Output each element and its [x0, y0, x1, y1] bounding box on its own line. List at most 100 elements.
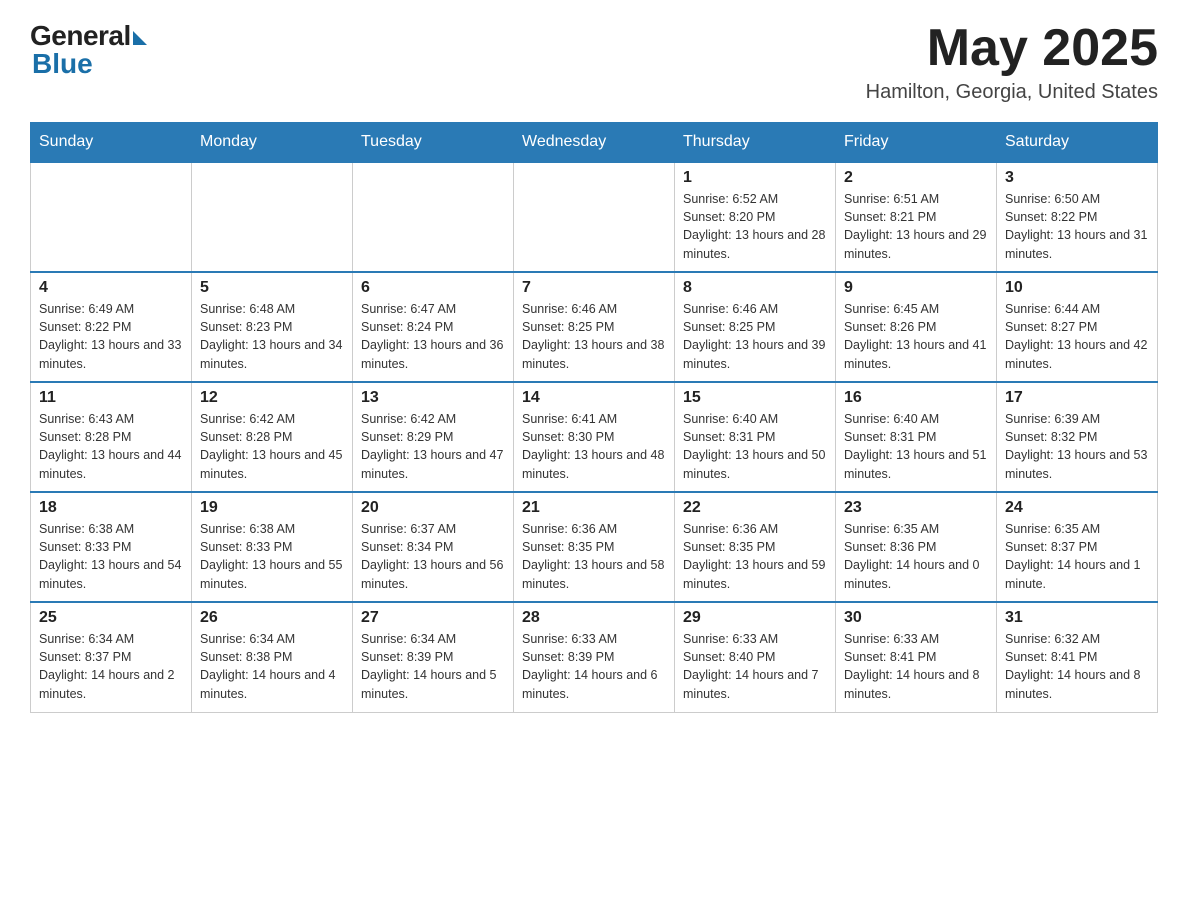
day-number: 20 — [361, 499, 505, 517]
calendar-cell: 1Sunrise: 6:52 AMSunset: 8:20 PMDaylight… — [675, 162, 836, 272]
month-title: May 2025 — [866, 20, 1158, 77]
logo: General Blue — [30, 20, 147, 80]
day-info: Sunrise: 6:40 AMSunset: 8:31 PMDaylight:… — [683, 410, 827, 483]
day-info: Sunrise: 6:47 AMSunset: 8:24 PMDaylight:… — [361, 300, 505, 373]
calendar-cell: 18 Sunrise: 6:38 AMSunset: 8:33 PMDayligh… — [31, 492, 192, 602]
calendar-cell: 20 Sunrise: 6:37 AMSunset: 8:34 PMDayligh… — [353, 492, 514, 602]
calendar-cell: 28 Sunrise: 6:33 AMSunset: 8:39 PMDayligh… — [514, 602, 675, 712]
calendar-cell: 11 Sunrise: 6:43 AMSunset: 8:28 PMDayligh… — [31, 382, 192, 492]
calendar-cell: 5 Sunrise: 6:48 AMSunset: 8:23 PMDaylight… — [192, 272, 353, 382]
day-number: 17 — [1005, 389, 1149, 407]
day-info: Sunrise: 6:50 AMSunset: 8:22 PMDaylight:… — [1005, 190, 1149, 263]
day-number: 29 — [683, 609, 827, 627]
day-info: Sunrise: 6:45 AMSunset: 8:26 PMDaylight:… — [844, 300, 988, 373]
title-section: May 2025 Hamilton, Georgia, United State… — [866, 20, 1158, 104]
calendar-cell: 25 Sunrise: 6:34 AMSunset: 8:37 PMDayligh… — [31, 602, 192, 712]
logo-blue-text: Blue — [32, 48, 93, 80]
location: Hamilton, Georgia, United States — [866, 81, 1158, 104]
calendar-cell: 19Sunrise: 6:38 AMSunset: 8:33 PMDayligh… — [192, 492, 353, 602]
calendar-week-row-4: 18 Sunrise: 6:38 AMSunset: 8:33 PMDayligh… — [31, 492, 1158, 602]
day-number: 15 — [683, 389, 827, 407]
calendar-cell: 30 Sunrise: 6:33 AMSunset: 8:41 PMDayligh… — [836, 602, 997, 712]
day-info: Sunrise: 6:34 AMSunset: 8:37 PMDaylight:… — [39, 630, 183, 703]
calendar-cell: 22Sunrise: 6:36 AMSunset: 8:35 PMDayligh… — [675, 492, 836, 602]
calendar-cell — [192, 162, 353, 272]
calendar-cell: 13 Sunrise: 6:42 AMSunset: 8:29 PMDayligh… — [353, 382, 514, 492]
day-info: Sunrise: 6:35 AMSunset: 8:36 PMDaylight:… — [844, 520, 988, 593]
calendar-cell: 10Sunrise: 6:44 AMSunset: 8:27 PMDayligh… — [997, 272, 1158, 382]
day-number: 10 — [1005, 279, 1149, 297]
day-info: Sunrise: 6:33 AMSunset: 8:41 PMDaylight:… — [844, 630, 988, 703]
day-number: 25 — [39, 609, 183, 627]
calendar-cell: 6 Sunrise: 6:47 AMSunset: 8:24 PMDaylight… — [353, 272, 514, 382]
day-number: 16 — [844, 389, 988, 407]
weekday-header-friday: Friday — [836, 123, 997, 163]
calendar-cell: 17 Sunrise: 6:39 AMSunset: 8:32 PMDayligh… — [997, 382, 1158, 492]
day-number: 23 — [844, 499, 988, 517]
day-number: 19 — [200, 499, 344, 517]
calendar-cell — [31, 162, 192, 272]
calendar-cell: 9Sunrise: 6:45 AMSunset: 8:26 PMDaylight… — [836, 272, 997, 382]
calendar-cell — [514, 162, 675, 272]
day-number: 28 — [522, 609, 666, 627]
calendar-cell: 4 Sunrise: 6:49 AMSunset: 8:22 PMDaylight… — [31, 272, 192, 382]
day-number: 24 — [1005, 499, 1149, 517]
day-info: Sunrise: 6:41 AMSunset: 8:30 PMDaylight:… — [522, 410, 666, 483]
calendar-cell: 15 Sunrise: 6:40 AMSunset: 8:31 PMDayligh… — [675, 382, 836, 492]
day-number: 27 — [361, 609, 505, 627]
calendar-cell — [353, 162, 514, 272]
weekday-header-row: SundayMondayTuesdayWednesdayThursdayFrid… — [31, 123, 1158, 163]
day-info: Sunrise: 6:33 AMSunset: 8:39 PMDaylight:… — [522, 630, 666, 703]
day-info: Sunrise: 6:38 AMSunset: 8:33 PMDaylight:… — [39, 520, 183, 593]
day-info: Sunrise: 6:48 AMSunset: 8:23 PMDaylight:… — [200, 300, 344, 373]
day-number: 31 — [1005, 609, 1149, 627]
calendar-week-row-1: 1Sunrise: 6:52 AMSunset: 8:20 PMDaylight… — [31, 162, 1158, 272]
calendar-table: SundayMondayTuesdayWednesdayThursdayFrid… — [30, 122, 1158, 713]
day-number: 30 — [844, 609, 988, 627]
day-number: 5 — [200, 279, 344, 297]
day-number: 22 — [683, 499, 827, 517]
day-info: Sunrise: 6:37 AMSunset: 8:34 PMDaylight:… — [361, 520, 505, 593]
calendar-cell: 16Sunrise: 6:40 AMSunset: 8:31 PMDayligh… — [836, 382, 997, 492]
day-number: 26 — [200, 609, 344, 627]
day-info: Sunrise: 6:49 AMSunset: 8:22 PMDaylight:… — [39, 300, 183, 373]
weekday-header-thursday: Thursday — [675, 123, 836, 163]
page-header: General Blue May 2025 Hamilton, Georgia,… — [30, 20, 1158, 104]
weekday-header-tuesday: Tuesday — [353, 123, 514, 163]
day-number: 1 — [683, 169, 827, 187]
day-number: 18 — [39, 499, 183, 517]
calendar-cell: 24 Sunrise: 6:35 AMSunset: 8:37 PMDayligh… — [997, 492, 1158, 602]
day-info: Sunrise: 6:42 AMSunset: 8:29 PMDaylight:… — [361, 410, 505, 483]
day-info: Sunrise: 6:35 AMSunset: 8:37 PMDaylight:… — [1005, 520, 1149, 593]
day-info: Sunrise: 6:46 AMSunset: 8:25 PMDaylight:… — [683, 300, 827, 373]
calendar-cell: 23 Sunrise: 6:35 AMSunset: 8:36 PMDayligh… — [836, 492, 997, 602]
day-info: Sunrise: 6:43 AMSunset: 8:28 PMDaylight:… — [39, 410, 183, 483]
weekday-header-saturday: Saturday — [997, 123, 1158, 163]
day-info: Sunrise: 6:36 AMSunset: 8:35 PMDaylight:… — [522, 520, 666, 593]
day-info: Sunrise: 6:51 AMSunset: 8:21 PMDaylight:… — [844, 190, 988, 263]
calendar-cell: 3Sunrise: 6:50 AMSunset: 8:22 PMDaylight… — [997, 162, 1158, 272]
calendar-cell: 27 Sunrise: 6:34 AMSunset: 8:39 PMDayligh… — [353, 602, 514, 712]
calendar-cell: 8Sunrise: 6:46 AMSunset: 8:25 PMDaylight… — [675, 272, 836, 382]
calendar-week-row-2: 4 Sunrise: 6:49 AMSunset: 8:22 PMDaylight… — [31, 272, 1158, 382]
day-number: 6 — [361, 279, 505, 297]
weekday-header-sunday: Sunday — [31, 123, 192, 163]
calendar-cell: 26Sunrise: 6:34 AMSunset: 8:38 PMDayligh… — [192, 602, 353, 712]
day-number: 11 — [39, 389, 183, 407]
calendar-week-row-5: 25 Sunrise: 6:34 AMSunset: 8:37 PMDayligh… — [31, 602, 1158, 712]
calendar-cell: 14 Sunrise: 6:41 AMSunset: 8:30 PMDayligh… — [514, 382, 675, 492]
day-info: Sunrise: 6:42 AMSunset: 8:28 PMDaylight:… — [200, 410, 344, 483]
calendar-cell: 31Sunrise: 6:32 AMSunset: 8:41 PMDayligh… — [997, 602, 1158, 712]
day-info: Sunrise: 6:33 AMSunset: 8:40 PMDaylight:… — [683, 630, 827, 703]
calendar-cell: 29 Sunrise: 6:33 AMSunset: 8:40 PMDayligh… — [675, 602, 836, 712]
day-number: 4 — [39, 279, 183, 297]
calendar-cell: 21Sunrise: 6:36 AMSunset: 8:35 PMDayligh… — [514, 492, 675, 602]
day-number: 14 — [522, 389, 666, 407]
day-number: 2 — [844, 169, 988, 187]
day-number: 12 — [200, 389, 344, 407]
day-info: Sunrise: 6:34 AMSunset: 8:39 PMDaylight:… — [361, 630, 505, 703]
day-number: 13 — [361, 389, 505, 407]
day-info: Sunrise: 6:39 AMSunset: 8:32 PMDaylight:… — [1005, 410, 1149, 483]
weekday-header-monday: Monday — [192, 123, 353, 163]
calendar-cell: 12 Sunrise: 6:42 AMSunset: 8:28 PMDayligh… — [192, 382, 353, 492]
